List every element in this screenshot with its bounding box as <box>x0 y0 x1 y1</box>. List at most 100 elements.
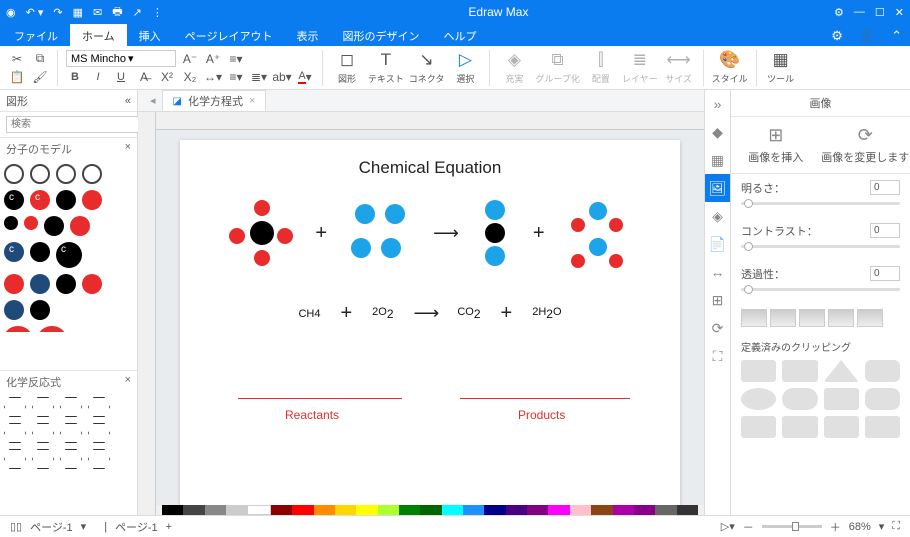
strike-icon[interactable]: A̶ <box>135 69 153 85</box>
table-side-icon[interactable]: ⊞ <box>705 286 730 314</box>
arrow-1: ⟶ <box>433 223 457 244</box>
underline-icon[interactable]: U <box>112 69 130 85</box>
brightness-value[interactable]: 0 <box>870 180 900 195</box>
layers-side-icon[interactable]: ◈ <box>705 202 730 230</box>
minimize-icon[interactable]: — <box>854 6 865 18</box>
expand-side-icon[interactable]: » <box>705 90 730 118</box>
menu-layout[interactable]: ページレイアウト <box>173 24 285 46</box>
menu-insert[interactable]: 挿入 <box>127 24 173 46</box>
connector-tool[interactable]: ↘コネクタ <box>409 50 445 85</box>
molecule-ch4[interactable] <box>227 198 297 268</box>
molecule-h2o[interactable] <box>563 198 633 268</box>
superscript-icon[interactable]: X² <box>158 69 176 85</box>
font-smaller-icon[interactable]: A⁻ <box>181 51 199 67</box>
copy-icon[interactable]: ⧉ <box>31 51 49 67</box>
menu-collapse-icon[interactable]: ⌃ <box>883 24 910 46</box>
clipping-shapes[interactable] <box>731 356 910 442</box>
menu-user-icon[interactable]: 👤 <box>851 24 883 46</box>
qat-icon-4[interactable]: ↗ <box>133 6 142 19</box>
group-btn[interactable]: ⧉グループ化 <box>535 50 579 85</box>
qat-icon-2[interactable]: ✉ <box>93 6 102 19</box>
menu-cog-icon[interactable]: ⚙ <box>823 24 851 46</box>
fill-btn[interactable]: ◈充実 <box>498 50 530 85</box>
charspace-icon[interactable]: ↔▾ <box>204 69 222 85</box>
style-btn[interactable]: 🎨スタイル <box>712 50 748 85</box>
reaction-gallery[interactable] <box>0 393 137 479</box>
menu-design[interactable]: 図形のデザイン <box>330 24 431 46</box>
undo-icon[interactable]: ↶ ▾ <box>26 6 44 19</box>
menu-view[interactable]: 表示 <box>284 24 330 46</box>
image-panel-icon[interactable]: 🖼 <box>705 174 730 202</box>
page-selector[interactable]: ページ-1 <box>30 519 73 535</box>
size-btn[interactable]: ⟷サイズ <box>663 50 695 85</box>
bold-icon[interactable]: B <box>66 69 84 85</box>
page-label[interactable]: ページ-1 <box>115 519 158 535</box>
align-icon[interactable]: ≣▾ <box>250 69 268 85</box>
paste-icon[interactable]: 📋 <box>8 69 26 85</box>
select-tool[interactable]: ▷選択 <box>449 50 481 85</box>
section-models-close-icon[interactable]: × <box>125 141 131 157</box>
shape-tool[interactable]: ◻図形 <box>331 50 363 85</box>
menu-help[interactable]: ヘルプ <box>431 24 488 46</box>
page-side-icon[interactable]: 📄 <box>705 230 730 258</box>
tools-btn[interactable]: ▦ツール <box>765 50 797 85</box>
fullscreen-side-icon[interactable]: ⛶ <box>705 342 730 370</box>
molecule-o2[interactable] <box>345 198 415 268</box>
dimensions-icon[interactable]: ↔ <box>705 258 730 286</box>
history-icon[interactable]: ⟳ <box>705 314 730 342</box>
font-selector[interactable]: MS Mincho▾ <box>66 50 176 67</box>
canvas[interactable]: Chemical Equation + <box>156 130 704 505</box>
close-icon[interactable]: ✕ <box>895 6 904 19</box>
add-page-icon[interactable]: + <box>166 521 172 533</box>
menu-home[interactable]: ホーム <box>70 24 127 46</box>
grid-icon[interactable]: ▦ <box>705 146 730 174</box>
format-painter-icon[interactable]: 🖌 <box>31 69 49 85</box>
layers-btn[interactable]: ≣レイヤー <box>622 50 658 85</box>
section-models[interactable]: 分子のモデル <box>6 141 72 157</box>
fullscreen-icon[interactable]: ⛶ <box>892 520 900 533</box>
page[interactable]: Chemical Equation + <box>180 140 680 505</box>
subscript-icon[interactable]: X₂ <box>181 69 199 85</box>
zoom-out-icon[interactable]: － <box>743 519 754 535</box>
text-tool[interactable]: Tテキスト <box>368 50 404 85</box>
menu-file[interactable]: ファイル <box>2 24 70 46</box>
maximize-icon[interactable]: ☐ <box>875 6 885 19</box>
contrast-slider[interactable] <box>741 245 900 248</box>
qat-icon-1[interactable]: ▦ <box>73 6 83 19</box>
qat-more-icon[interactable]: ⋮ <box>152 6 163 19</box>
theme-icon[interactable]: ◆ <box>705 118 730 146</box>
section-reaction-close-icon[interactable]: × <box>125 374 131 390</box>
textstyle-icon[interactable]: ab▾ <box>273 69 291 85</box>
fontcolor-icon[interactable]: A▾ <box>296 69 314 85</box>
collapse-left-icon[interactable]: « <box>125 95 131 107</box>
transparency-value[interactable]: 0 <box>870 266 900 281</box>
zoom-in-icon[interactable]: ＋ <box>830 519 841 535</box>
font-larger-icon[interactable]: A⁺ <box>204 51 222 67</box>
redo-icon[interactable]: ↷ <box>53 6 62 19</box>
zoom-slider[interactable] <box>762 525 822 528</box>
cut-icon[interactable]: ✂ <box>8 51 26 67</box>
shape-search-input[interactable] <box>6 116 148 133</box>
italic-icon[interactable]: I <box>89 69 107 85</box>
settings-icon[interactable]: ⚙ <box>834 6 844 19</box>
models-gallery[interactable] <box>0 160 137 370</box>
brightness-slider[interactable] <box>741 202 900 205</box>
align-btn[interactable]: ⫿配置 <box>585 50 617 85</box>
molecule-co2[interactable] <box>475 198 515 268</box>
doc-tab-close-icon[interactable]: × <box>249 95 255 107</box>
play-icon[interactable]: ▷▾ <box>721 520 735 533</box>
doc-tab[interactable]: ◪化学方程式× <box>162 90 267 111</box>
color-palette[interactable] <box>156 505 704 515</box>
linespace-icon[interactable]: ≡▾ <box>227 69 245 85</box>
contrast-value[interactable]: 0 <box>870 223 900 238</box>
insert-image-btn[interactable]: ⊞画像を挿入 <box>731 125 821 165</box>
qat-icon-3[interactable]: 🖶 <box>112 3 122 22</box>
bullets-icon[interactable]: ≡▾ <box>227 51 245 67</box>
section-reaction[interactable]: 化学反応式 <box>6 374 61 390</box>
change-image-btn[interactable]: ⟳画像を変更します <box>821 125 910 165</box>
tab-prev-icon[interactable]: ◂ <box>150 94 156 107</box>
view-mode-icon[interactable]: ▯▯ <box>10 520 22 533</box>
zoom-level[interactable]: 68% <box>849 521 871 533</box>
effect-presets[interactable] <box>731 303 910 333</box>
transparency-slider[interactable] <box>741 288 900 291</box>
